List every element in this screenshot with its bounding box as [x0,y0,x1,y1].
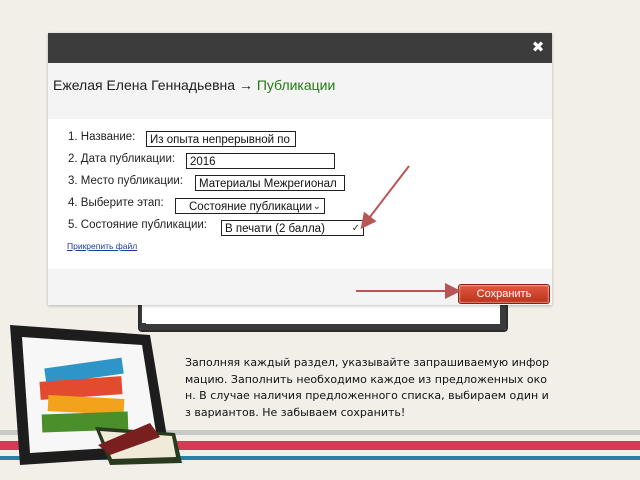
pointer-arrow-to-select [360,165,410,230]
tablet-books-illustration [10,325,182,465]
instruction-caption: Заполняя каждый раздел, указывайте запра… [185,356,550,419]
